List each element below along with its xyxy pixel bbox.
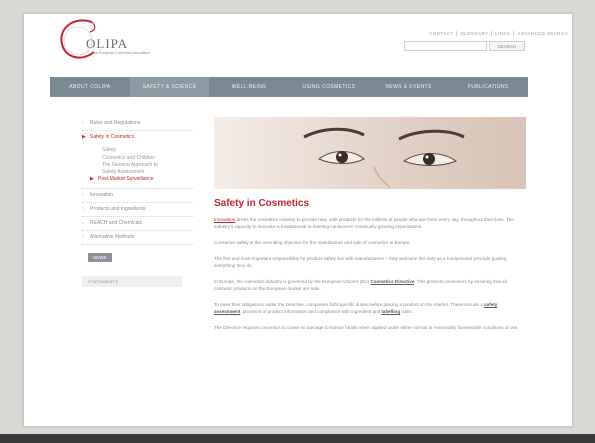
paragraph-text: , provision of product information and c… [240,309,382,314]
nav-about-colipa[interactable]: ABOUT COLIPA [50,77,130,97]
triangle-right-icon: ▶ [90,176,94,182]
paragraph: Innovation drives the cosmetics industry… [214,216,526,230]
sidebar-item-label: Safety in Cosmetics [90,134,135,140]
sidebar-item-label: Alternative Methods [90,233,135,240]
sidebar-item-label: Innovation [90,191,114,198]
logo-tagline: The European Cosmetics Association [91,51,151,55]
paragraph: In Europe, the cosmetics industry is gov… [214,278,526,292]
hero-image [214,117,526,189]
nav-using-cosmetics[interactable]: USING COSMETICS [289,77,369,97]
page-title: Safety in Cosmetics [214,198,310,209]
utility-links: CONTACT GLOSSARY LINKS ADVANCED SEARCH [426,31,571,36]
link-cosmetics-directive[interactable]: Cosmetics Directive [370,279,414,284]
sidebar-item-label: REACH and Chemicals [90,219,142,226]
nav-news-events[interactable]: NEWS & EVENTS [369,77,449,97]
sidebar-item-rules-regulations[interactable]: › Rules and Regulations [82,117,194,131]
bottom-bar [0,434,595,443]
statements-box[interactable]: STATEMENTS [82,275,182,287]
chevron-right-icon: › [82,191,84,198]
main-nav: ABOUT COLIPA SAFETY & SCIENCE WELL-BEING… [50,77,528,97]
paragraph: The first and most important responsibil… [214,256,507,268]
search-button[interactable]: SEARCH [489,41,525,51]
link-links[interactable]: LINKS [491,31,513,36]
link-contact[interactable]: CONTACT [426,31,456,36]
paragraph-text: rules. [400,309,413,314]
sidebar-item-innovation[interactable]: › Innovation [82,189,194,203]
paragraph-text: To meet their obligations under the Dire… [214,302,485,307]
link-advanced-search[interactable]: ADVANCED SEARCH [513,31,571,36]
main-content: Innovation drives the cosmetics industry… [214,216,526,340]
paragraph: Consumer safety is the overriding object… [214,240,411,245]
sidebar-item-safety-in-cosmetics[interactable]: ▶ Safety in Cosmetics [82,131,194,145]
logo-wordmark: OLIPA [86,36,129,51]
sidebar-item-label: Products and Ingredients [90,205,146,212]
sidebar-sub-safety-assessment[interactable]: Safety Assessment [82,169,194,177]
paragraph: To meet their obligations under the Dire… [214,301,526,315]
nav-well-being[interactable]: WELL-BEING [209,77,289,97]
sidebar-sub-cosmetics-children[interactable]: Cosmetics and Children [82,155,194,163]
link-labelling[interactable]: labelling [382,309,401,314]
paragraph: The Directive requires cosmetics to caus… [214,325,519,330]
paragraph-text: In Europe, the cosmetics industry is gov… [214,279,371,284]
sidebar-sub-safety[interactable]: Safety [82,147,194,155]
sidebar-item-reach-chemicals[interactable]: › REACH and Chemicals [82,217,194,231]
chevron-right-icon: › [82,120,84,126]
chevron-right-icon: › [82,233,84,240]
triangle-right-icon: ▶ [82,134,86,140]
sidebar-sub-post-market-surveillance[interactable]: ▶ Post-Market Surveillance [82,176,194,184]
link-glossary[interactable]: GLOSSARY [456,31,491,36]
news-badge[interactable]: NEWS [88,252,112,262]
search-input[interactable] [404,41,487,51]
chevron-right-icon: › [82,219,84,226]
sidebar-item-alternative-methods[interactable]: › Alternative Methods [82,231,194,245]
face-eyes-illustration [303,127,465,188]
nav-safety-science[interactable]: SAFETY & SCIENCE [129,77,210,97]
paragraph-text: drives the cosmetics industry to provide… [214,217,514,229]
colipa-logo[interactable]: OLIPA The European Cosmetics Association [52,14,172,66]
link-innovation[interactable]: Innovation [214,217,235,222]
nav-publications[interactable]: PUBLICATIONS [448,77,528,97]
sidebar-item-products-ingredients[interactable]: › Products and Ingredients [82,203,194,217]
chevron-right-icon: › [82,205,84,212]
sidebar-sub-label: Post-Market Surveillance [98,176,154,182]
sidebar-subnav: Safety Cosmetics and Children The Genera… [82,145,194,189]
sidebar: › Rules and Regulations ▶ Safety in Cosm… [82,117,194,287]
sidebar-item-label: Rules and Regulations [90,120,141,126]
